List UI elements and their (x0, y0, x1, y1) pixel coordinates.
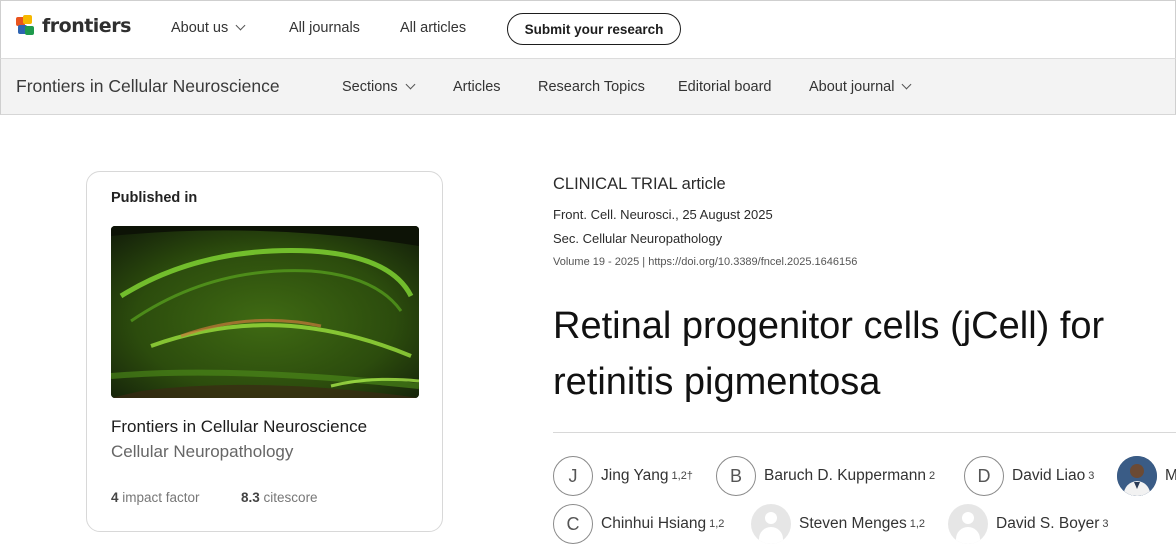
avatar: D (964, 456, 1004, 496)
article-title-line-2: retinitis pigmentosa (553, 361, 881, 403)
author-affiliation: 3 (1102, 518, 1109, 530)
card-journal-name[interactable]: Frontiers in Cellular Neuroscience (111, 417, 367, 437)
journal-cover-image[interactable] (111, 226, 419, 398)
article-section[interactable]: Sec. Cellular Neuropathology (553, 231, 722, 246)
author-name: Steven Menges (799, 515, 907, 532)
author-name: David S. Boyer (996, 515, 1100, 532)
article-title-line-1: Retinal progenitor cells (jCell) for (553, 305, 1105, 347)
author-affiliation: 1,2† (671, 470, 693, 482)
frontiers-logo-mark-icon (16, 15, 38, 37)
article-citation: Front. Cell. Neurosci., 25 August 2025 (553, 207, 773, 222)
nav-sections[interactable]: Sections (342, 79, 416, 95)
citescore-value: 8.3 (241, 490, 260, 505)
nav-all-journals[interactable]: All journals (289, 20, 360, 36)
divider (553, 432, 1176, 433)
author-jing-yang[interactable]: J Jing Yang 1,2† (553, 456, 693, 496)
default-avatar-icon (751, 504, 791, 544)
default-avatar-icon (948, 504, 988, 544)
author-david-liao[interactable]: D David Liao 3 (964, 456, 1094, 496)
logo-text: frontiers (42, 15, 131, 37)
nav-all-articles[interactable]: All articles (400, 20, 466, 36)
author-steven-menges[interactable]: Steven Menges 1,2 (751, 504, 925, 544)
nav-sections-label: Sections (342, 79, 398, 95)
author-name: M (1165, 467, 1176, 484)
author-affiliation: 1,2 (909, 518, 926, 530)
author-name: Chinhui Hsiang (601, 515, 707, 532)
author-david-boyer[interactable]: David S. Boyer 3 (948, 504, 1109, 544)
author-baruch-kuppermann[interactable]: B Baruch D. Kuppermann 2 (716, 456, 935, 496)
nav-about-journal[interactable]: About journal (809, 79, 912, 95)
hippocampus-micrograph (111, 226, 419, 398)
citescore-label: citescore (263, 490, 318, 505)
top-navigation: frontiers About us All journals All arti… (0, 0, 1176, 58)
avatar: J (553, 456, 593, 496)
article-title: Retinal progenitor cells (jCell) for ret… (553, 298, 1176, 410)
impact-factor-value: 4 (111, 490, 119, 505)
chevron-down-icon (405, 79, 416, 90)
nav-articles[interactable]: Articles (453, 79, 501, 95)
author-chinhui-hsiang[interactable]: C Chinhui Hsiang 1,2 (553, 504, 724, 544)
card-section-name[interactable]: Cellular Neuropathology (111, 442, 293, 462)
impact-factor-label: impact factor (122, 490, 200, 505)
author-name: David Liao (1012, 467, 1086, 484)
chevron-down-icon (902, 79, 912, 90)
journal-name-link[interactable]: Frontiers in Cellular Neuroscience (16, 76, 280, 97)
impact-factor: 4 impact factor (111, 490, 200, 505)
author-affiliation: 2 (928, 470, 936, 482)
nav-research-topics[interactable]: Research Topics (538, 79, 645, 95)
nav-about-journal-label: About journal (809, 79, 895, 95)
frontiers-logo[interactable]: frontiers (16, 15, 131, 37)
author-name: Jing Yang (601, 467, 669, 484)
author-name: Baruch D. Kuppermann (764, 467, 926, 484)
volume-doi[interactable]: Volume 19 - 2025 | https://doi.org/10.33… (553, 256, 857, 268)
author-affiliation: 3 (1088, 470, 1095, 482)
journal-navigation: Frontiers in Cellular Neuroscience Secti… (0, 58, 1176, 115)
author-affiliation: 1,2 (709, 518, 725, 530)
nav-about-us[interactable]: About us (171, 20, 246, 36)
published-in-label: Published in (111, 190, 198, 206)
author-truncated[interactable]: M (1117, 456, 1176, 496)
citescore: 8.3 citescore (241, 490, 318, 505)
submit-research-button[interactable]: Submit your research (507, 13, 681, 45)
published-in-card: Published in Frontiers in Cellular Neuro… (86, 171, 443, 532)
nav-about-us-label: About us (171, 20, 229, 36)
article-type: CLINICAL TRIAL article (553, 175, 726, 193)
avatar-photo (1117, 456, 1157, 496)
avatar: C (553, 504, 593, 544)
avatar: B (716, 456, 756, 496)
nav-editorial-board[interactable]: Editorial board (678, 79, 772, 95)
chevron-down-icon (235, 20, 246, 31)
author-photo-icon (1117, 456, 1157, 496)
